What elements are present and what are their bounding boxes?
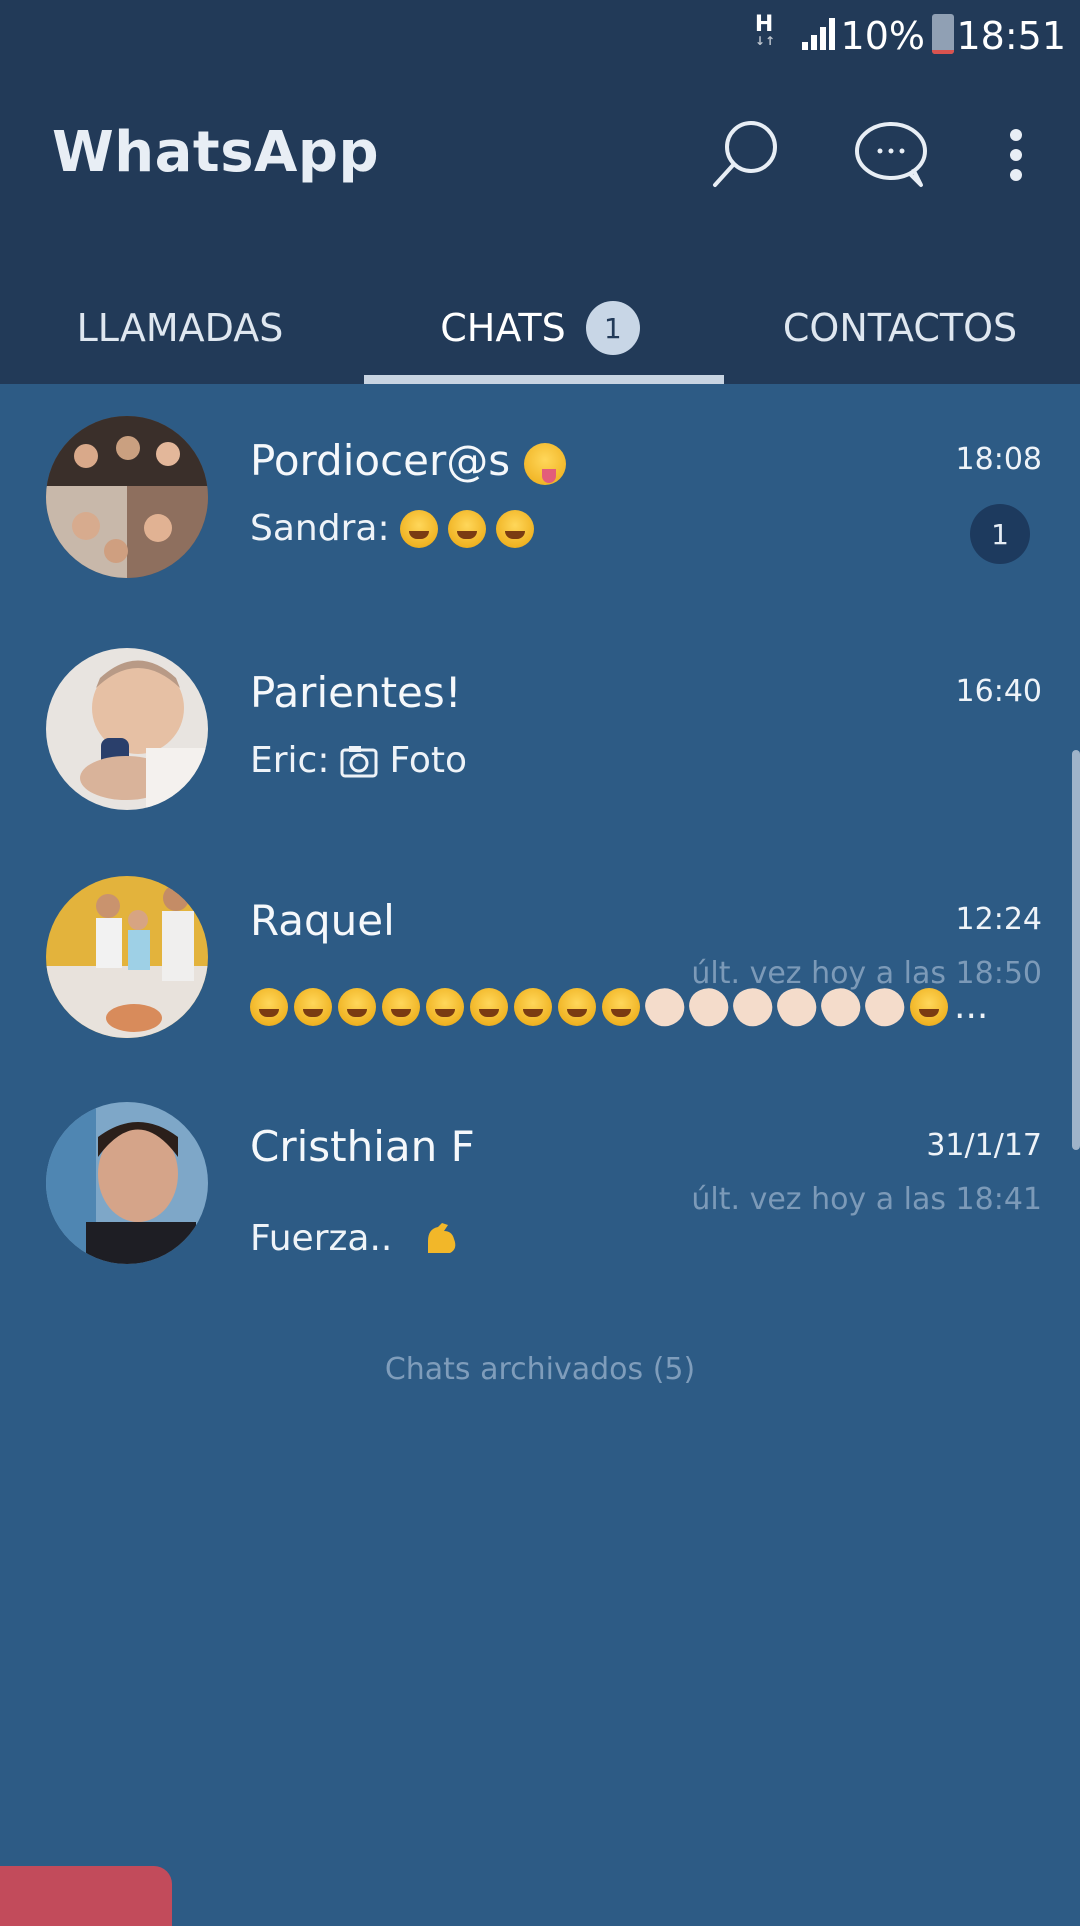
tab-chats[interactable]: CHATS 1 bbox=[360, 272, 720, 384]
archived-chats-link[interactable]: Chats archivados (5) bbox=[0, 1352, 1080, 1387]
laughing-emoji bbox=[495, 509, 534, 548]
chat-preview: Fuerza.. bbox=[250, 1218, 462, 1259]
avatar[interactable] bbox=[46, 416, 208, 578]
new-chat-icon bbox=[855, 122, 927, 187]
status-bar: H ↓↑ 10% 18:51 bbox=[0, 0, 1080, 72]
last-seen-text: últ. vez hoy a las 18:41 bbox=[691, 1182, 1042, 1217]
tab-bar: LLAMADAS CHATS 1 CONTACTOS bbox=[0, 272, 1080, 384]
laughing-emoji bbox=[338, 987, 376, 1026]
chat-time: 16:40 bbox=[955, 674, 1042, 709]
laughing-emoji bbox=[558, 987, 596, 1026]
chat-row-raquel[interactable]: Raquel 12:24 últ. vez hoy a las 18:50 ..… bbox=[0, 844, 1080, 1070]
chat-name: Pordiocer@s bbox=[250, 436, 566, 485]
baby-photo-avatar bbox=[46, 648, 208, 810]
chat-preview: Sandra: bbox=[250, 508, 534, 549]
avatar[interactable] bbox=[46, 1102, 208, 1264]
clapping-emoji bbox=[639, 981, 691, 1032]
preview-sender: Sandra: bbox=[250, 508, 390, 549]
camera-icon bbox=[340, 745, 378, 777]
man-photo-avatar bbox=[46, 1102, 208, 1264]
chat-name: Parientes! bbox=[250, 668, 462, 717]
clapping-emoji bbox=[683, 981, 735, 1032]
chat-time: 12:24 bbox=[955, 902, 1042, 937]
laughing-emoji bbox=[250, 987, 288, 1026]
tab-selected-indicator bbox=[364, 375, 724, 384]
network-type-indicator: H ↓↑ bbox=[754, 12, 775, 48]
family-photo-avatar bbox=[46, 876, 208, 1038]
laughing-emoji bbox=[470, 987, 508, 1026]
preview-ellipsis: ... bbox=[954, 986, 989, 1027]
chat-row-pordiocer[interactable]: Pordiocer@s 18:08 Sandra: 1 bbox=[0, 384, 1080, 610]
laughing-emoji bbox=[399, 509, 438, 548]
chat-time: 31/1/17 bbox=[926, 1128, 1042, 1163]
search-icon bbox=[713, 121, 777, 187]
search-button[interactable] bbox=[700, 110, 790, 200]
tab-label: CONTACTOS bbox=[782, 306, 1018, 350]
preview-text: Fuerza.. bbox=[250, 1218, 393, 1259]
unread-count-badge: 1 bbox=[970, 504, 1030, 564]
app-title: WhatsApp bbox=[52, 120, 380, 185]
chat-preview: ... bbox=[250, 981, 989, 1032]
chat-row-cristhian[interactable]: Cristhian F 31/1/17 últ. vez hoy a las 1… bbox=[0, 1070, 1080, 1296]
chat-time: 18:08 bbox=[955, 442, 1042, 477]
laughing-emoji bbox=[602, 987, 640, 1026]
tab-llamadas[interactable]: LLAMADAS bbox=[0, 272, 360, 384]
clapping-emoji bbox=[771, 981, 823, 1032]
laughing-emoji bbox=[514, 987, 552, 1026]
floating-action-button[interactable] bbox=[0, 1866, 172, 1926]
status-time: 18:51 bbox=[956, 14, 1066, 58]
laughing-emoji bbox=[294, 987, 332, 1026]
chat-name: Cristhian F bbox=[250, 1122, 475, 1171]
chat-row-parientes[interactable]: Parientes! 16:40 Eric: Foto bbox=[0, 616, 1080, 842]
more-options-button[interactable] bbox=[986, 110, 1046, 200]
tab-unread-badge: 1 bbox=[585, 301, 640, 355]
more-options-icon bbox=[1010, 129, 1022, 181]
avatar[interactable] bbox=[46, 876, 208, 1038]
app-bar: WhatsApp LLAMADAS CHATS 1 CONTACTOS bbox=[0, 72, 1080, 384]
laughing-emoji bbox=[447, 509, 486, 548]
chat-preview: Eric: Foto bbox=[250, 740, 467, 781]
tab-contactos[interactable]: CONTACTOS bbox=[720, 272, 1080, 384]
laughing-emoji bbox=[426, 987, 464, 1026]
tab-label: CHATS bbox=[440, 306, 566, 350]
preview-sender: Eric: bbox=[250, 740, 330, 781]
new-chat-button[interactable] bbox=[846, 110, 936, 200]
laughing-emoji bbox=[382, 987, 420, 1026]
laughing-emoji bbox=[910, 987, 948, 1026]
battery-percent: 10% bbox=[840, 14, 925, 58]
chat-name: Raquel bbox=[250, 896, 395, 945]
scrollbar[interactable] bbox=[1072, 750, 1080, 1150]
winking-tongue-emoji bbox=[523, 442, 566, 485]
signal-icon bbox=[802, 18, 835, 50]
avatar[interactable] bbox=[46, 648, 208, 810]
flexed-biceps-emoji bbox=[428, 1222, 456, 1253]
clapping-emoji bbox=[815, 981, 867, 1032]
group-photo-avatar bbox=[46, 416, 208, 578]
preview-text: Foto bbox=[389, 740, 468, 781]
battery-icon bbox=[932, 14, 954, 54]
clapping-emoji bbox=[859, 981, 911, 1032]
tab-label: LLAMADAS bbox=[76, 306, 284, 350]
clapping-emoji bbox=[727, 981, 779, 1032]
